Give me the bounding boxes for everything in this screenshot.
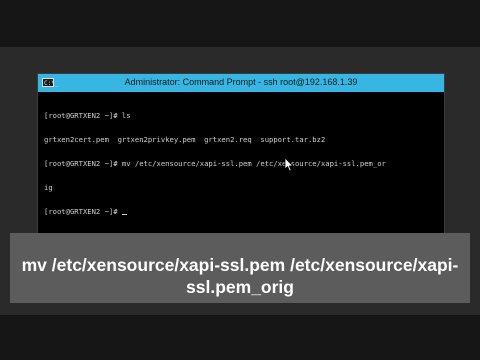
terminal-line: grtxen2cert.pem grtxen2privkey.pem grtxe… — [44, 135, 326, 144]
terminal-prompt: [root@GRTXEN2 ~]# — [44, 207, 122, 216]
terminal-prompt-line[interactable]: [root@GRTXEN2 ~]# — [44, 208, 438, 216]
caption-line-2: ssl.pem_orig — [186, 277, 294, 297]
terminal-line: [root@GRTXEN2 ~]# mv /etc/xensource/xapi… — [44, 159, 386, 168]
caption-line-1: mv /etc/xensource/xapi-ssl.pem /etc/xens… — [21, 255, 459, 275]
terminal-line: [root@GRTXEN2 ~]# ls — [44, 111, 131, 120]
text-cursor — [121, 214, 127, 215]
mouse-pointer-icon — [284, 157, 294, 172]
terminal-line: ig — [44, 183, 53, 192]
window-title: Administrator: Command Prompt - ssh root… — [124, 77, 358, 87]
window-titlebar[interactable]: C:\_ Administrator: Command Prompt - ssh… — [38, 74, 444, 92]
